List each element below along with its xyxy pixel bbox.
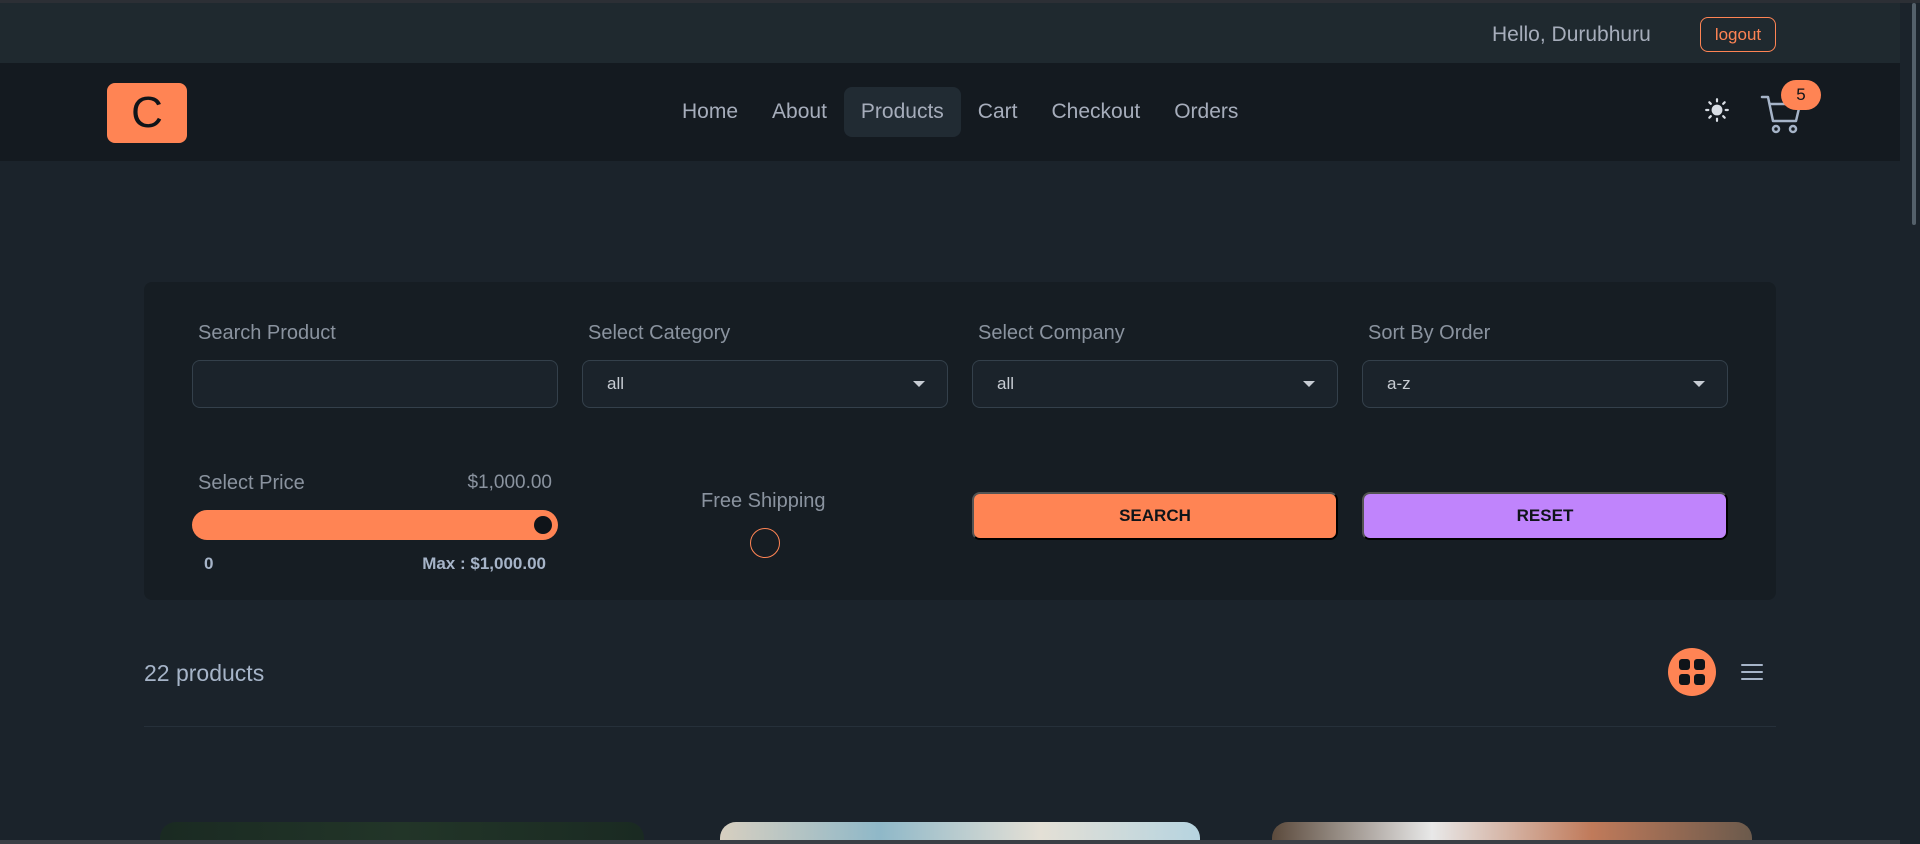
free-shipping-label: Free Shipping <box>701 490 826 512</box>
nav-home[interactable]: Home <box>665 87 755 137</box>
chevron-down-icon <box>1693 381 1705 387</box>
sort-value: a-z <box>1387 374 1411 393</box>
sort-label: Sort By Order <box>1368 322 1491 344</box>
nav-orders[interactable]: Orders <box>1157 87 1255 137</box>
greeting-text: Hello, Durubhuru <box>1492 23 1651 46</box>
price-label: Select Price <box>198 472 305 494</box>
product-count: 22 products <box>144 660 265 686</box>
grid-view-button[interactable] <box>1668 648 1716 696</box>
sun-icon[interactable] <box>1702 95 1732 125</box>
logout-button[interactable]: logout <box>1700 17 1776 52</box>
price-min-label: 0 <box>204 554 214 573</box>
window-bottom-border <box>0 840 1900 844</box>
sort-select[interactable]: a-z <box>1362 360 1728 408</box>
nav-about[interactable]: About <box>755 87 844 137</box>
company-label: Select Company <box>978 322 1125 344</box>
scrollbar-thumb[interactable] <box>1912 3 1916 225</box>
cart-count-badge: 5 <box>1781 80 1821 110</box>
price-value: $1,000.00 <box>467 472 552 493</box>
top-bar: Hello, Durubhuru logout <box>0 3 1900 63</box>
category-label: Select Category <box>588 322 731 344</box>
chevron-down-icon <box>1303 381 1315 387</box>
price-slider[interactable] <box>192 510 558 540</box>
price-max-label: Max : $1,000.00 <box>422 554 546 573</box>
navbar: C Home About Products Cart Checkout Orde… <box>0 63 1900 161</box>
list-view-button[interactable] <box>1738 656 1766 688</box>
search-button[interactable]: SEARCH <box>972 492 1338 540</box>
logo[interactable]: C <box>107 83 187 143</box>
nav-checkout[interactable]: Checkout <box>1034 87 1157 137</box>
list-icon <box>1741 664 1763 680</box>
filters-panel <box>144 282 1776 600</box>
nav-products[interactable]: Products <box>843 87 961 137</box>
category-select[interactable]: all <box>582 360 948 408</box>
free-shipping-checkbox[interactable] <box>750 528 780 558</box>
price-slider-handle[interactable] <box>534 516 552 534</box>
divider <box>144 726 1776 727</box>
nav-cart[interactable]: Cart <box>961 87 1035 137</box>
search-input[interactable] <box>192 360 558 408</box>
company-select[interactable]: all <box>972 360 1338 408</box>
chevron-down-icon <box>913 381 925 387</box>
company-value: all <box>997 374 1015 393</box>
category-value: all <box>607 374 625 393</box>
grid-icon <box>1679 659 1705 685</box>
nav-links: Home About Products Cart Checkout Orders <box>665 87 1255 137</box>
scrollbar[interactable] <box>1900 3 1920 844</box>
reset-button[interactable]: RESET <box>1362 492 1728 540</box>
search-label: Search Product <box>198 322 336 344</box>
